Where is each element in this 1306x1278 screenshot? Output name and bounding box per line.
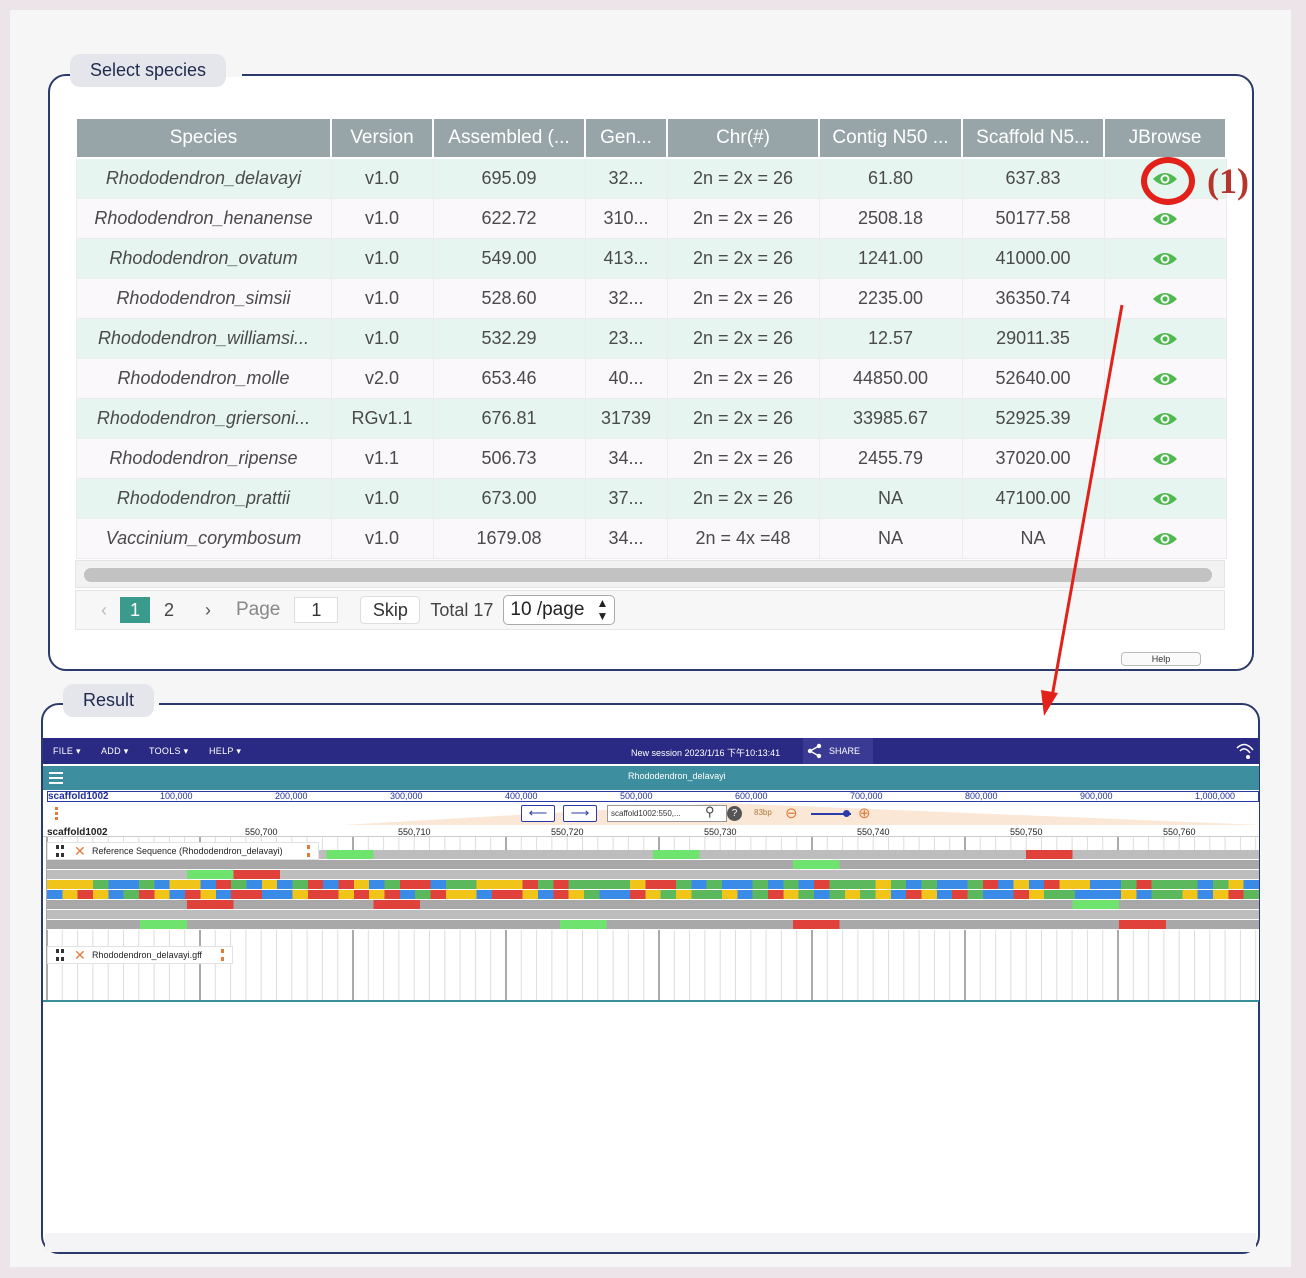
- annotation-arrow: [1041, 304, 1124, 716]
